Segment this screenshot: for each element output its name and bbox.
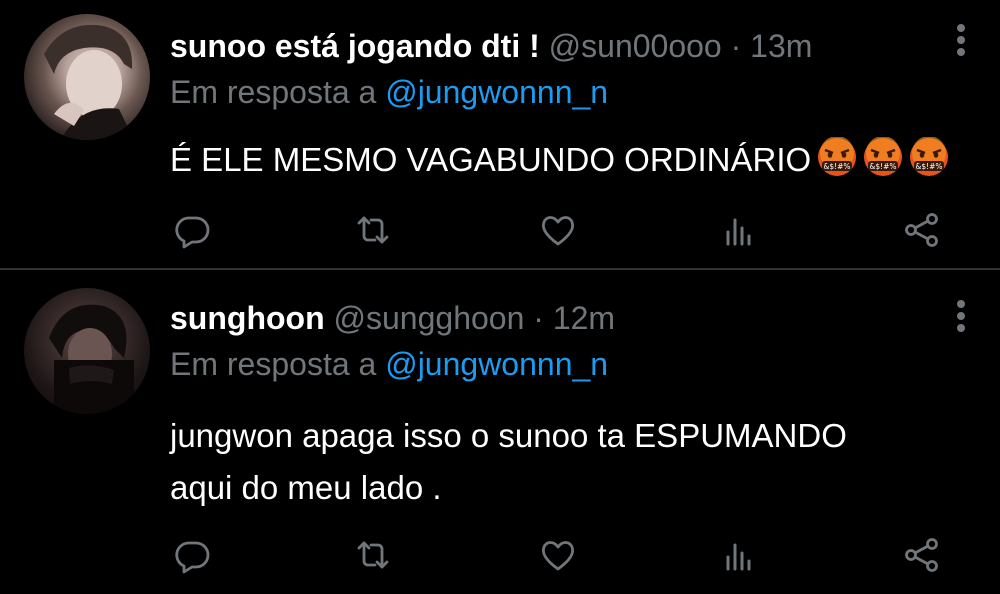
reply-icon[interactable] [172,535,212,575]
like-icon[interactable] [538,210,578,250]
separator: · [730,28,742,64]
emoji-symbols: &$!#% [916,162,943,171]
tweet-header: sunghoon @sungghoon · 12m [170,298,615,338]
handle[interactable]: @sungghoon [334,300,525,336]
handle[interactable]: @sun00ooo [549,28,722,64]
avatar-image [49,304,134,414]
reply-prefix: Em resposta a [170,346,377,382]
emoji-symbols: &$!#% [824,162,851,171]
share-icon[interactable] [902,210,942,250]
display-name[interactable]: sunoo está jogando dti ! [170,28,540,64]
more-icon[interactable] [956,24,966,60]
face-with-symbols-on-mouth-icon: &$!#% [910,137,949,176]
emoji-symbols: &$!#% [870,162,897,171]
views-icon[interactable] [718,210,758,250]
face-with-symbols-on-mouth-icon: &$!#% [818,137,857,176]
action-bar [170,210,960,250]
avatar[interactable] [24,288,150,414]
tweet[interactable]: sunghoon @sungghoon · 12m Em resposta a … [0,270,1000,594]
retweet-icon[interactable] [353,210,393,250]
retweet-icon[interactable] [353,535,393,575]
reply-prefix: Em resposta a [170,74,377,110]
separator: · [533,300,544,336]
tweet-text-content: É ELE MESMO VAGABUNDO ORDINÁRIO [170,141,812,178]
reply-context: Em resposta a @jungwonnn_n [170,72,608,112]
avatar-image [44,24,134,140]
display-name[interactable]: sunghoon [170,300,325,336]
reply-icon[interactable] [172,210,212,250]
action-bar [170,535,960,575]
timestamp[interactable]: 13m [750,28,812,64]
mention-link[interactable]: @jungwonnn_n [385,74,608,110]
tweet[interactable]: sunoo está jogando dti ! @sun00ooo · 13m… [0,0,1000,268]
timestamp[interactable]: 12m [553,300,615,336]
like-icon[interactable] [538,535,578,575]
more-icon[interactable] [956,300,966,336]
mention-link[interactable]: @jungwonnn_n [385,346,608,382]
face-with-symbols-on-mouth-icon: &$!#% [864,137,903,176]
reply-context: Em resposta a @jungwonnn_n [170,344,608,384]
avatar[interactable] [24,14,150,140]
tweet-text: jungwon apaga isso o sunoo ta ESPUMANDO … [170,417,847,506]
views-icon[interactable] [718,535,758,575]
share-icon[interactable] [902,535,942,575]
tweet-header: sunoo está jogando dti ! @sun00ooo · 13m [170,26,812,66]
tweet-text: É ELE MESMO VAGABUNDO ORDINÁRIO &$!#% &$!#… [170,134,970,186]
